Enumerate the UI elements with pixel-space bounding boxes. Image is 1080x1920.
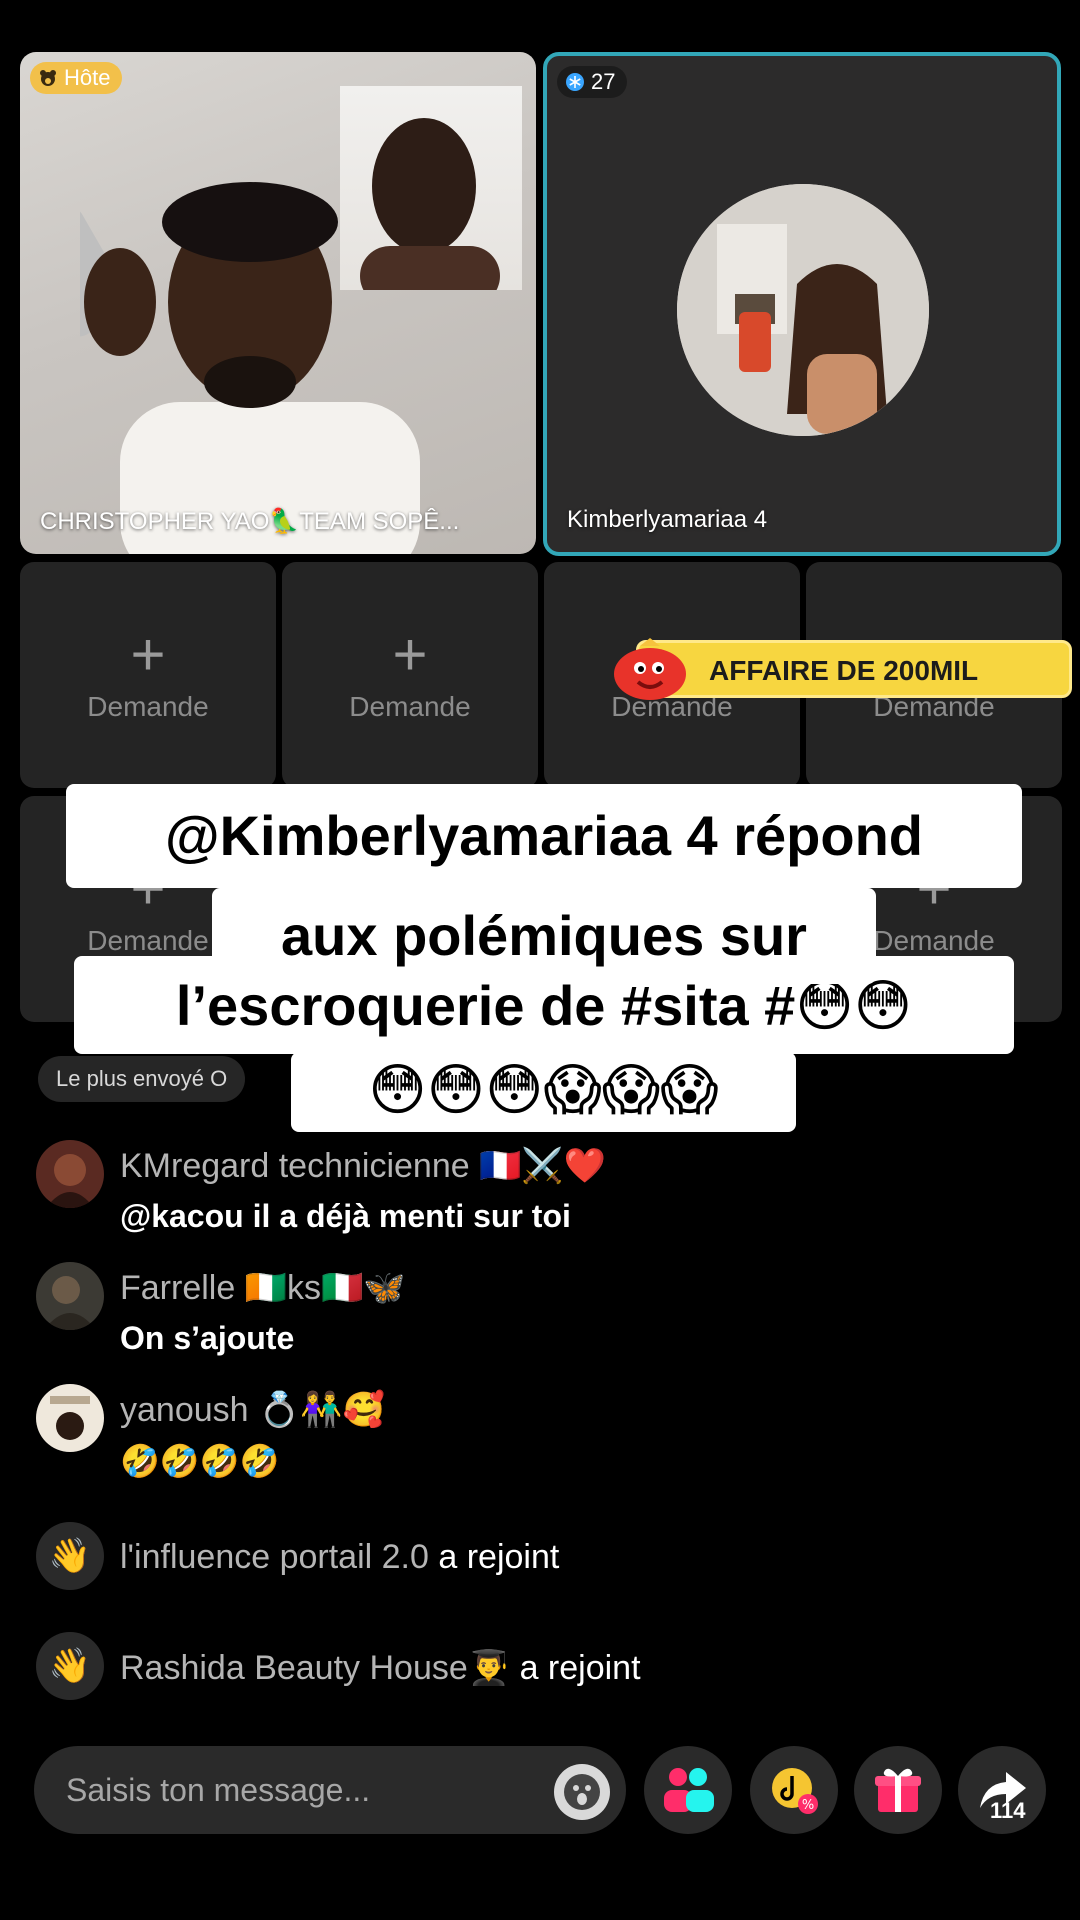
svg-text:%: % — [802, 1798, 814, 1813]
join-username[interactable]: l'influence portail 2.0 — [120, 1538, 429, 1576]
slot-label: Demande — [873, 925, 995, 956]
plus-icon: + — [392, 621, 428, 688]
tiktok-coin-discount-icon: % — [772, 1768, 818, 1814]
guest-video-tile[interactable]: 27 Kimberlyamariaa 4 — [543, 52, 1061, 556]
promo-label: AFFAIRE DE 200MIL — [709, 655, 979, 686]
chat-text: @kacou il a déjà menti sur toi — [120, 1198, 571, 1234]
chat-username[interactable]: KMregard technicienne 🇫🇷⚔️❤️ — [120, 1146, 606, 1186]
host-name: CHRISTOPHER YAO🦜TEAM SOPÊ... — [40, 508, 460, 535]
emoji-button[interactable] — [554, 1764, 610, 1820]
join-text: l'influence portail 2.0 a rejoint — [120, 1538, 559, 1577]
join-verb: a rejoint — [438, 1538, 560, 1576]
request-slot[interactable]: + Demande — [20, 562, 276, 788]
emoji-face-icon — [564, 1774, 600, 1810]
join-notice: 👋 l'influence portail 2.0 a rejoint — [36, 1522, 1036, 1590]
guest-avatar[interactable] — [677, 184, 929, 436]
host-badge: Hôte — [30, 62, 123, 94]
guest-badge: 27 — [557, 66, 628, 98]
avatar[interactable] — [36, 1140, 104, 1208]
share-count: 114 — [990, 1798, 1026, 1823]
promo-pill: AFFAIRE DE 200MIL — [636, 640, 1072, 698]
chat-message[interactable]: Farrelle 🇨🇮ks🇮🇹🦋 On s’ajoute — [36, 1262, 1036, 1372]
promo-coin-button[interactable]: % — [750, 1746, 838, 1834]
message-input[interactable] — [34, 1746, 626, 1834]
caption-line: 😳😳😳😱😱😱 — [291, 1052, 796, 1132]
join-verb: a rejoint — [519, 1649, 641, 1687]
caption-line: @Kimberlyamariaa 4 répond — [66, 784, 1022, 888]
bear-icon — [40, 70, 56, 86]
chat-username[interactable]: yanoush 💍👫🥰 — [120, 1390, 385, 1430]
wave-hand-icon: 👋 — [36, 1632, 104, 1700]
chat-text: 🤣🤣🤣🤣 — [120, 1443, 280, 1479]
gift-button[interactable] — [854, 1746, 942, 1834]
chat-message[interactable]: yanoush 💍👫🥰 🤣🤣🤣🤣 — [36, 1384, 1036, 1494]
promo-banner[interactable]: AFFAIRE DE 200MIL — [600, 636, 1072, 702]
guest-name: Kimberlyamariaa 4 — [567, 506, 768, 533]
join-username[interactable]: Rashida Beauty House👨‍🎓 — [120, 1649, 510, 1687]
chat-text: On s’ajoute — [120, 1320, 295, 1356]
caption-line: aux polémiques sur — [212, 888, 876, 984]
wave-hand-icon: 👋 — [36, 1522, 104, 1590]
request-slot[interactable]: + Demande — [282, 562, 538, 788]
plus-icon: + — [130, 621, 166, 688]
avatar[interactable] — [36, 1262, 104, 1330]
slot-label: Demande — [349, 691, 471, 722]
join-notice: 👋 Rashida Beauty House👨‍🎓 a rejoint — [36, 1632, 1036, 1700]
join-text: Rashida Beauty House👨‍🎓 a rejoint — [120, 1648, 641, 1688]
host-badge-label: Hôte — [64, 65, 111, 90]
chat-username[interactable]: Farrelle 🇨🇮ks🇮🇹🦋 — [120, 1268, 406, 1308]
slot-label: Demande — [87, 691, 209, 722]
avatar[interactable] — [36, 1384, 104, 1452]
host-video-tile[interactable]: Hôte CHRISTOPHER YAO🦜TEAM SOPÊ... — [20, 52, 536, 554]
gift-icon — [875, 1768, 921, 1812]
host-pip-video — [340, 86, 522, 290]
add-guests-icon — [664, 1768, 714, 1812]
snowflake-icon — [566, 73, 584, 91]
mascot-icon — [614, 638, 686, 700]
chat-message[interactable]: KMregard technicienne 🇫🇷⚔️❤️ @kacou il a… — [36, 1140, 1036, 1250]
most-sent-pill[interactable]: Le plus envoyé O — [38, 1056, 246, 1102]
slot-label: Demande — [87, 925, 209, 956]
guest-badge-count: 27 — [591, 69, 616, 94]
add-guests-button[interactable] — [644, 1746, 732, 1834]
